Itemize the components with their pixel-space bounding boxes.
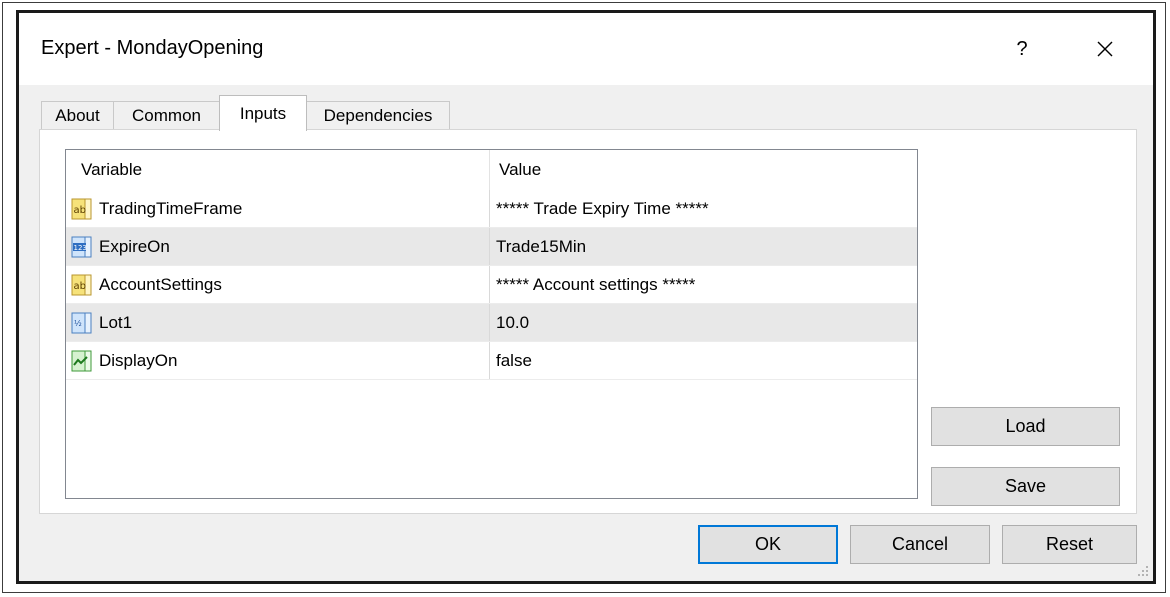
enum-123-icon: 123 — [71, 236, 92, 258]
ok-button[interactable]: OK — [698, 525, 838, 564]
column-header-variable[interactable]: Variable — [81, 150, 142, 190]
cancel-button[interactable]: Cancel — [850, 525, 990, 564]
tab-dependencies[interactable]: Dependencies — [306, 101, 450, 129]
variable-name: DisplayOn — [99, 351, 178, 370]
title-bar: Expert - MondayOpening ? — [19, 13, 1153, 85]
table-header: Variable Value — [66, 150, 917, 190]
help-button[interactable]: ? — [1004, 31, 1040, 67]
variable-value[interactable]: Trade15Min — [496, 228, 586, 266]
resize-grip-icon[interactable] — [1135, 563, 1149, 577]
svg-text:123: 123 — [74, 244, 87, 252]
variable-name: TradingTimeFrame — [99, 199, 243, 218]
svg-text:ab: ab — [74, 281, 86, 292]
variable-name: ExpireOn — [99, 237, 170, 256]
table-row[interactable]: DisplayOn false — [66, 342, 917, 380]
expert-properties-dialog: Expert - MondayOpening ? About Common In… — [16, 10, 1156, 584]
table-row[interactable]: 123 ExpireOn Trade15Min — [66, 228, 917, 266]
variable-value[interactable]: ***** Account settings ***** — [496, 266, 695, 304]
inputs-tab-panel: Variable Value ab TradingTimeFrame *****… — [39, 129, 1137, 514]
column-header-value[interactable]: Value — [499, 150, 541, 190]
variable-value[interactable]: 10.0 — [496, 304, 529, 342]
close-button[interactable] — [1087, 31, 1123, 67]
column-divider[interactable] — [489, 150, 490, 190]
svg-text:ab: ab — [74, 205, 86, 216]
table-row[interactable]: ab TradingTimeFrame ***** Trade Expiry T… — [66, 190, 917, 228]
string-ab-icon: ab — [71, 198, 92, 220]
table-row[interactable]: ½ Lot1 10.0 — [66, 304, 917, 342]
string-ab-icon: ab — [71, 274, 92, 296]
save-button[interactable]: Save — [931, 467, 1120, 506]
bool-chart-icon — [71, 350, 92, 372]
tab-inputs[interactable]: Inputs — [219, 95, 307, 131]
table-row[interactable]: ab AccountSettings ***** Account setting… — [66, 266, 917, 304]
window-title: Expert - MondayOpening — [41, 37, 264, 59]
tab-about[interactable]: About — [41, 101, 114, 129]
reset-button[interactable]: Reset — [1002, 525, 1137, 564]
tab-common[interactable]: Common — [113, 101, 220, 129]
variable-name: AccountSettings — [99, 275, 222, 294]
load-button[interactable]: Load — [931, 407, 1120, 446]
svg-text:½: ½ — [74, 319, 82, 328]
variable-name: Lot1 — [99, 313, 133, 332]
variable-value[interactable]: ***** Trade Expiry Time ***** — [496, 190, 709, 228]
variable-value[interactable]: false — [496, 342, 532, 380]
close-icon — [1097, 41, 1113, 57]
inputs-table[interactable]: Variable Value ab TradingTimeFrame *****… — [65, 149, 918, 499]
double-fraction-icon: ½ — [71, 312, 92, 334]
